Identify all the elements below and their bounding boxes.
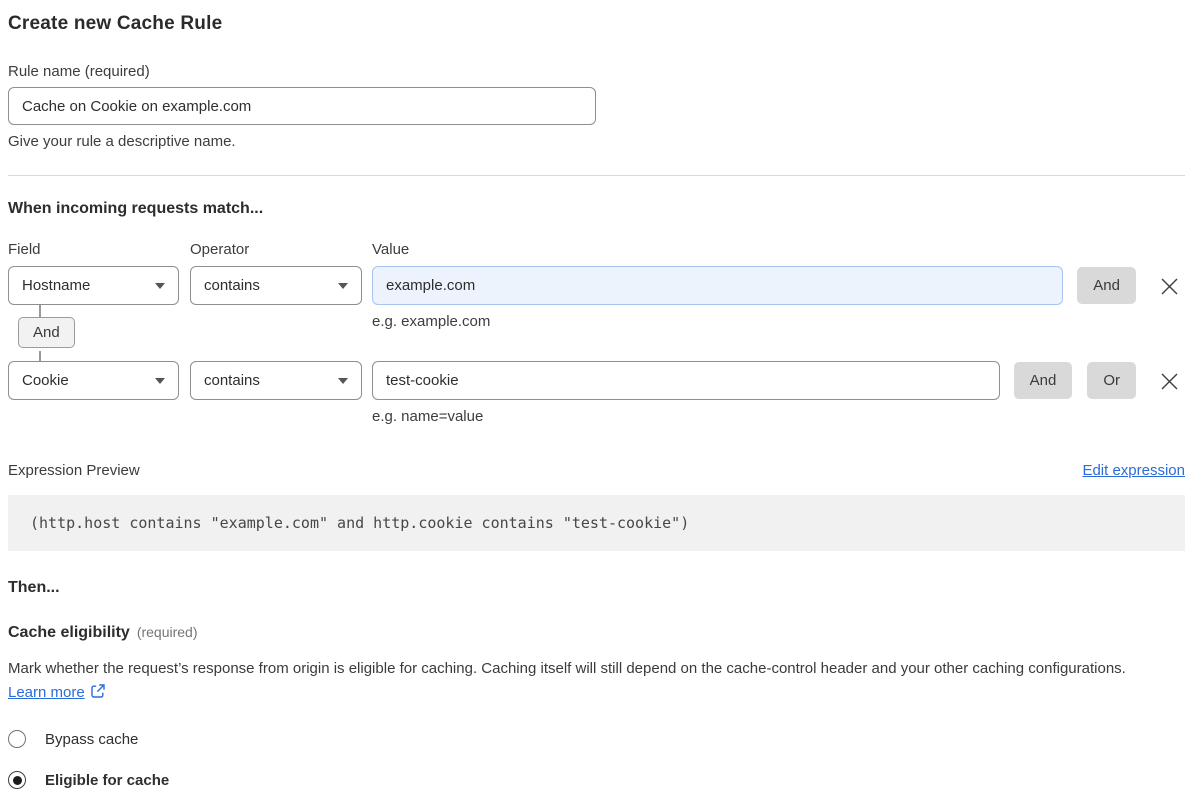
value-column-2: e.g. name=value bbox=[372, 361, 1000, 425]
operator-column-label: Operator bbox=[190, 241, 372, 258]
add-and-condition-button-1[interactable]: And bbox=[1077, 267, 1136, 304]
rule-name-label: Rule name (required) bbox=[8, 63, 1185, 80]
then-heading: Then... bbox=[8, 579, 1185, 597]
condition-row-1: Hostname contains e.g. example.com And bbox=[8, 266, 1185, 330]
radio-selected-dot bbox=[13, 776, 22, 785]
rule-name-helper: Give your rule a descriptive name. bbox=[8, 133, 1185, 150]
add-or-condition-button-2[interactable]: Or bbox=[1087, 362, 1136, 399]
connector-and-button[interactable]: And bbox=[18, 317, 75, 348]
condition-connector: And bbox=[39, 330, 1185, 361]
learn-more-link[interactable]: Learn more bbox=[8, 684, 85, 701]
radio-icon bbox=[8, 771, 26, 789]
close-icon bbox=[1160, 372, 1179, 391]
description-text: Mark whether the request’s response from… bbox=[8, 660, 1126, 677]
radio-icon bbox=[8, 730, 26, 748]
expression-preview-label: Expression Preview bbox=[8, 462, 140, 479]
field-column-label: Field bbox=[8, 241, 190, 258]
cache-eligibility-heading: Cache eligibility (required) bbox=[8, 624, 1185, 642]
operator-select-2[interactable]: contains bbox=[190, 361, 362, 400]
condition-row-2: Cookie contains e.g. name=value And Or bbox=[8, 361, 1185, 425]
field-select-1-value: Hostname bbox=[22, 277, 90, 294]
operator-select-1-value: contains bbox=[204, 277, 260, 294]
chevron-down-icon bbox=[338, 378, 348, 384]
remove-condition-button-1[interactable] bbox=[1158, 275, 1180, 297]
remove-condition-button-2[interactable] bbox=[1158, 370, 1180, 392]
expression-preview-header: Expression Preview Edit expression bbox=[8, 462, 1185, 479]
value-column-label: Value bbox=[372, 241, 409, 258]
value-hint-2: e.g. name=value bbox=[372, 408, 1000, 425]
value-input-2[interactable] bbox=[372, 361, 1000, 400]
chevron-down-icon bbox=[155, 283, 165, 289]
radio-option-eligible-for-cache[interactable]: Eligible for cache bbox=[8, 771, 1185, 789]
add-and-condition-button-2[interactable]: And bbox=[1014, 362, 1073, 399]
close-icon bbox=[1160, 277, 1179, 296]
create-cache-rule-page: Create new Cache Rule Rule name (require… bbox=[0, 0, 1200, 789]
field-select-2[interactable]: Cookie bbox=[8, 361, 179, 400]
page-title: Create new Cache Rule bbox=[8, 13, 1185, 35]
operator-select-2-value: contains bbox=[204, 372, 260, 389]
cache-eligibility-description: Mark whether the request’s response from… bbox=[8, 657, 1168, 705]
edit-expression-link[interactable]: Edit expression bbox=[1082, 462, 1185, 479]
required-note: (required) bbox=[137, 624, 198, 640]
value-column-1: e.g. example.com bbox=[372, 266, 1063, 330]
radio-label: Bypass cache bbox=[45, 731, 138, 748]
expression-code-block: (http.host contains "example.com" and ht… bbox=[8, 495, 1185, 551]
radio-label: Eligible for cache bbox=[45, 772, 169, 789]
operator-select-1[interactable]: contains bbox=[190, 266, 362, 305]
chevron-down-icon bbox=[155, 378, 165, 384]
cache-eligibility-title: Cache eligibility bbox=[8, 624, 130, 641]
field-select-1[interactable]: Hostname bbox=[8, 266, 179, 305]
field-select-2-value: Cookie bbox=[22, 372, 69, 389]
value-hint-1: e.g. example.com bbox=[372, 313, 1063, 330]
match-heading: When incoming requests match... bbox=[8, 200, 1185, 218]
rule-name-input[interactable] bbox=[8, 87, 596, 125]
radio-option-bypass-cache[interactable]: Bypass cache bbox=[8, 730, 1185, 748]
external-link-icon bbox=[90, 683, 106, 699]
rule-name-section: Rule name (required) Give your rule a de… bbox=[8, 63, 1185, 150]
chevron-down-icon bbox=[338, 283, 348, 289]
builder-column-labels: Field Operator Value bbox=[8, 241, 1185, 258]
section-divider bbox=[8, 175, 1185, 176]
value-input-1[interactable] bbox=[372, 266, 1063, 305]
